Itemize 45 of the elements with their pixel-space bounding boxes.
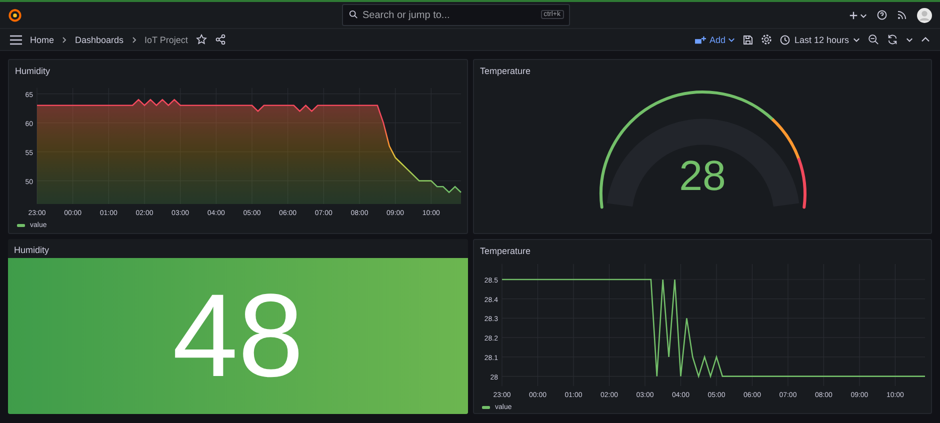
chevron-icon xyxy=(132,36,137,42)
save-button[interactable] xyxy=(743,34,754,44)
logo-icon[interactable] xyxy=(8,8,22,22)
caret-icon xyxy=(906,36,913,43)
settings-button[interactable] xyxy=(761,34,772,45)
menu-button[interactable] xyxy=(10,34,22,44)
plus-icon xyxy=(849,10,858,20)
time-range-picker[interactable]: Last 12 hours xyxy=(780,34,860,44)
avatar[interactable] xyxy=(917,8,932,22)
new-button[interactable] xyxy=(849,10,867,20)
caret-icon xyxy=(728,36,736,43)
panel-title: Humidity xyxy=(14,65,52,76)
star-button[interactable] xyxy=(196,34,207,45)
refresh-interval-button[interactable] xyxy=(906,36,913,43)
clock-icon xyxy=(780,34,790,44)
star-icon xyxy=(196,34,207,45)
caret-icon xyxy=(853,36,860,43)
zoom-out-icon xyxy=(868,34,879,45)
zoom-out-button[interactable] xyxy=(868,34,879,45)
menu-icon xyxy=(10,34,22,44)
settings-icon xyxy=(761,34,772,45)
breadcrumb-link[interactable]: Home xyxy=(30,34,54,44)
gauge-value: 28 xyxy=(678,152,727,200)
help-button[interactable] xyxy=(877,10,887,20)
help-icon xyxy=(877,10,887,20)
rss-icon xyxy=(897,10,907,20)
chevron-up-icon xyxy=(921,36,930,43)
panel-title: Temperature xyxy=(479,245,532,256)
news-button[interactable] xyxy=(897,10,907,20)
panel-title: Temperature xyxy=(479,65,532,76)
chevron-icon xyxy=(62,36,68,42)
add-button[interactable]: Add xyxy=(695,34,736,44)
refresh-icon xyxy=(887,34,898,45)
save-icon xyxy=(743,34,754,44)
search-icon xyxy=(348,10,358,19)
panel-title: Humidity xyxy=(13,244,50,255)
share-button[interactable] xyxy=(214,34,226,45)
breadcrumb-link[interactable]: IoT Project xyxy=(144,34,188,44)
caret-icon xyxy=(860,12,867,18)
collapse-button[interactable] xyxy=(921,36,930,43)
share-icon xyxy=(214,34,226,45)
breadcrumb-link[interactable]: Dashboards xyxy=(75,34,124,44)
refresh-button[interactable] xyxy=(887,34,898,45)
stat-value: 48 xyxy=(172,277,304,395)
panel-add-icon xyxy=(695,36,706,44)
